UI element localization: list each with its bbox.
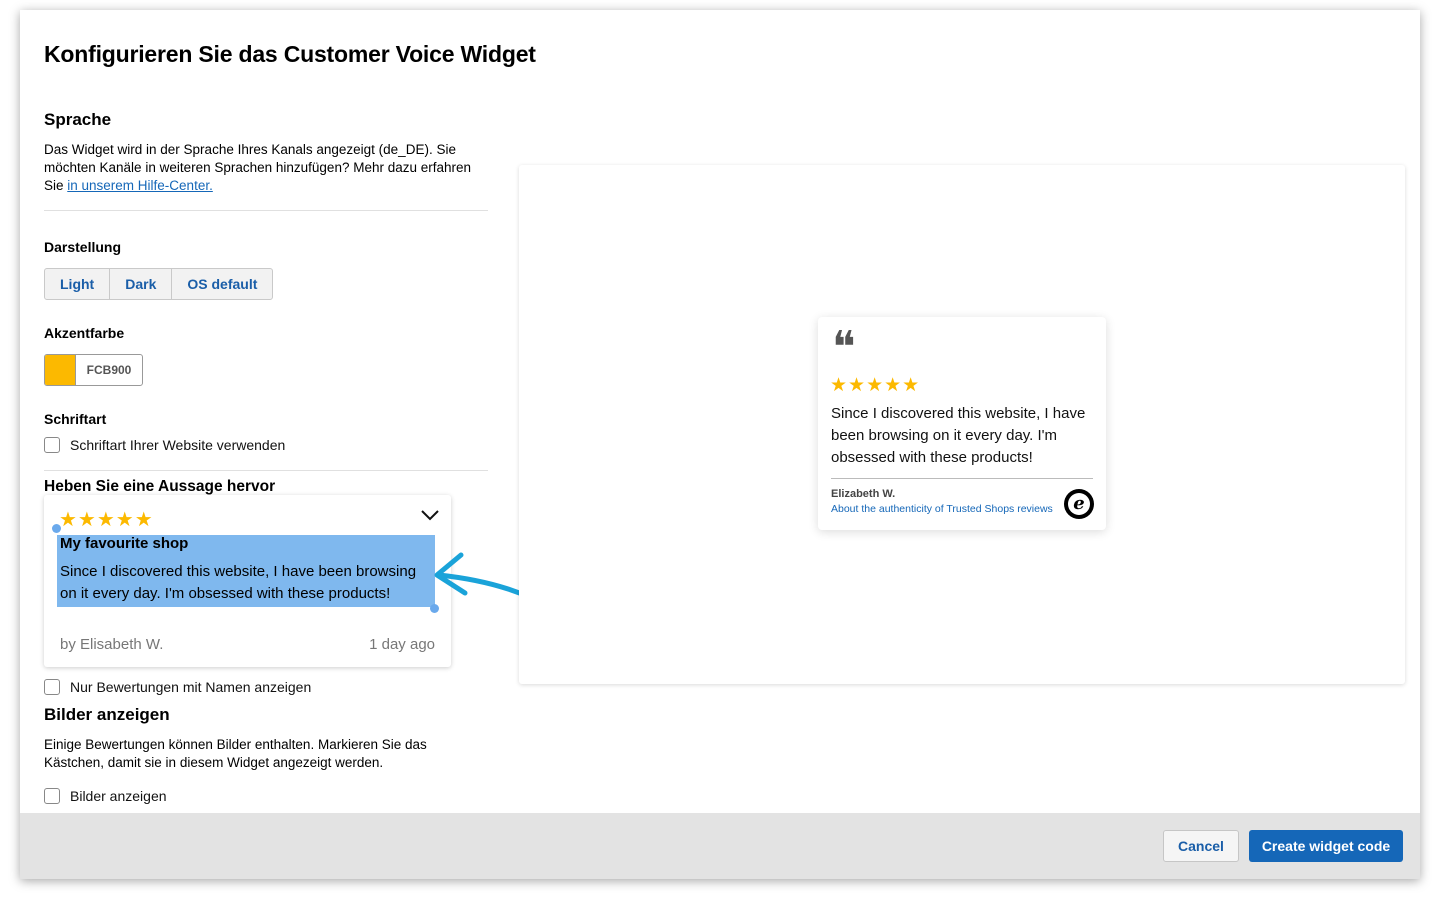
trusted-shops-authenticity-link[interactable]: About the authenticity of Trusted Shops …: [831, 503, 1053, 515]
help-center-link[interactable]: in unserem Hilfe-Center.: [67, 178, 213, 193]
highlight-statement-heading: Heben Sie eine Aussage hervor: [44, 478, 276, 495]
preview-review-card: ❝ ★★★★★ Since I discovered this website,…: [818, 317, 1106, 530]
appearance-light-button[interactable]: Light: [45, 269, 111, 299]
names-only-option[interactable]: Nur Bewertungen mit Namen anzeigen: [44, 679, 311, 695]
review-text-line-2: on it every day. I'm obsessed with these…: [60, 585, 391, 602]
use-website-font-checkbox[interactable]: [44, 437, 60, 453]
selection-start-handle[interactable]: [52, 524, 61, 533]
trusted-shops-badge-icon: e: [1064, 489, 1094, 519]
create-widget-code-button[interactable]: Create widget code: [1249, 830, 1403, 862]
highlight-review-selector[interactable]: ★★★★★ My favourite shop Since I discover…: [44, 495, 451, 667]
review-title: My favourite shop: [60, 535, 189, 552]
divider: [44, 470, 488, 471]
accent-color-swatch[interactable]: [45, 355, 76, 385]
show-images-label: Bilder anzeigen: [70, 788, 167, 804]
font-heading: Schriftart: [44, 411, 107, 427]
badge-letter: e: [1073, 493, 1085, 514]
names-only-label: Nur Bewertungen mit Namen anzeigen: [70, 679, 312, 695]
dialog-title: Konfigurieren Sie das Customer Voice Wid…: [44, 41, 536, 67]
show-images-option[interactable]: Bilder anzeigen: [44, 788, 167, 804]
appearance-segmented-control: Light Dark OS default: [44, 268, 274, 300]
dialog-footer: Cancel Create widget code: [20, 813, 1420, 879]
review-stars: ★★★★★: [59, 509, 154, 531]
review-author: by Elisabeth W.: [60, 636, 164, 653]
language-description: Das Widget wird in der Sprache Ihres Kan…: [44, 141, 488, 195]
divider: [44, 210, 488, 211]
appearance-heading: Darstellung: [44, 239, 122, 255]
show-images-checkbox[interactable]: [44, 788, 60, 804]
images-heading: Bilder anzeigen: [44, 705, 170, 724]
accent-color-value[interactable]: FCB900: [76, 355, 142, 385]
quote-icon: ❝: [832, 322, 856, 373]
language-heading: Sprache: [44, 110, 112, 129]
images-description: Einige Bewertungen können Bilder enthalt…: [44, 737, 427, 770]
names-only-checkbox[interactable]: [44, 679, 60, 695]
cancel-button[interactable]: Cancel: [1163, 830, 1239, 862]
use-website-font-label: Schriftart Ihrer Website verwenden: [70, 437, 286, 453]
accent-color-picker[interactable]: FCB900: [44, 354, 143, 386]
preview-author: Elizabeth W.: [831, 488, 896, 500]
chevron-down-icon[interactable]: [420, 508, 440, 522]
appearance-os-default-button[interactable]: OS default: [172, 269, 272, 299]
use-website-font-option[interactable]: Schriftart Ihrer Website verwenden: [44, 437, 285, 453]
preview-divider: [831, 478, 1093, 479]
preview-review-text: Since I discovered this website, I have …: [831, 405, 1086, 466]
widget-preview-panel: ❝ ★★★★★ Since I discovered this website,…: [519, 165, 1405, 684]
configure-widget-dialog: Konfigurieren Sie das Customer Voice Wid…: [20, 10, 1420, 879]
appearance-dark-button[interactable]: Dark: [110, 269, 173, 299]
preview-stars: ★★★★★: [830, 375, 921, 396]
review-text-line-1: Since I discovered this website, I have …: [60, 563, 417, 580]
review-time: 1 day ago: [369, 636, 435, 653]
accent-color-heading: Akzentfarbe: [44, 325, 125, 341]
